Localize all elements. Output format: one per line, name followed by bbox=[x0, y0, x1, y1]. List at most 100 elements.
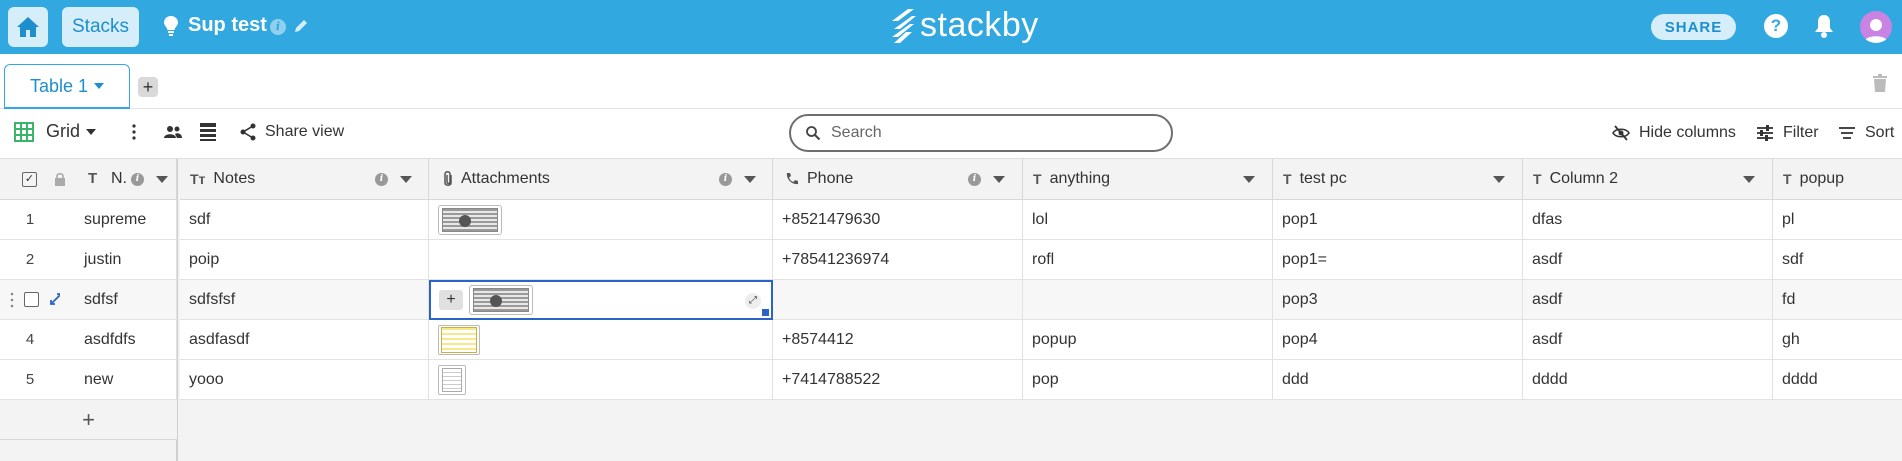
chevron-down-icon[interactable] bbox=[1243, 176, 1255, 183]
info-icon[interactable]: i bbox=[375, 173, 388, 186]
chevron-down-icon[interactable] bbox=[400, 176, 412, 183]
stacks-button[interactable]: Stacks bbox=[62, 7, 140, 47]
trash-icon[interactable] bbox=[1872, 74, 1888, 92]
phone-cell[interactable]: +7414788522 bbox=[773, 360, 1023, 400]
name-cell[interactable]: justin bbox=[60, 240, 177, 280]
chevron-down-icon[interactable] bbox=[156, 176, 168, 183]
hide-columns-button[interactable]: Hide columns bbox=[1612, 124, 1736, 142]
search-input[interactable] bbox=[831, 124, 1131, 142]
row-height-button[interactable] bbox=[199, 122, 217, 142]
attachment-thumbnail[interactable] bbox=[438, 364, 466, 395]
column-header-name[interactable]: N. bbox=[111, 170, 127, 188]
fill-handle[interactable] bbox=[762, 309, 769, 316]
attachment-thumbnail[interactable] bbox=[469, 285, 533, 315]
test-pc-cell[interactable]: ddd bbox=[1273, 360, 1523, 400]
phone-cell[interactable]: +8521479630 bbox=[773, 200, 1023, 240]
attachment-thumbnail[interactable] bbox=[438, 324, 480, 355]
attachments-cell-active[interactable]: + ⤢ bbox=[429, 280, 773, 320]
filter-button[interactable]: Filter bbox=[1756, 124, 1819, 142]
select-all-checkbox[interactable]: ✓ bbox=[22, 172, 37, 187]
info-icon[interactable]: i bbox=[968, 173, 981, 186]
name-cell[interactable]: new bbox=[60, 360, 177, 400]
more-options-button[interactable] bbox=[131, 123, 137, 141]
popup-cell[interactable]: gh bbox=[1773, 320, 1902, 360]
anything-cell[interactable]: rofl bbox=[1023, 240, 1273, 280]
attachment-thumbnail[interactable] bbox=[438, 204, 502, 235]
home-button[interactable] bbox=[8, 7, 48, 47]
hide-columns-label: Hide columns bbox=[1639, 124, 1736, 141]
anything-cell[interactable]: popup bbox=[1023, 320, 1273, 360]
name-cell[interactable]: sdfsf bbox=[60, 280, 177, 320]
anything-cell[interactable] bbox=[1023, 280, 1273, 320]
attachments-cell[interactable] bbox=[429, 200, 773, 240]
anything-cell[interactable]: lol bbox=[1023, 200, 1273, 240]
chevron-down-icon[interactable] bbox=[1493, 176, 1505, 183]
avatar[interactable] bbox=[1860, 11, 1892, 43]
notes-cell[interactable]: sdf bbox=[180, 200, 429, 240]
popup-cell[interactable]: dddd bbox=[1773, 360, 1902, 400]
tab-table-1[interactable]: Table 1 bbox=[4, 64, 130, 109]
search-bar[interactable] bbox=[789, 114, 1173, 152]
column-2-cell[interactable]: asdf bbox=[1523, 280, 1773, 320]
sort-button[interactable]: Sort bbox=[1838, 124, 1894, 142]
add-row-button[interactable]: + bbox=[0, 400, 177, 440]
name-cell[interactable]: asdfdfs bbox=[60, 320, 177, 360]
column-2-cell[interactable]: dfas bbox=[1523, 200, 1773, 240]
notes-cell[interactable]: yooo bbox=[180, 360, 429, 400]
popup-cell[interactable]: sdf bbox=[1773, 240, 1902, 280]
info-icon[interactable]: i bbox=[131, 173, 144, 186]
column-header-anything[interactable]: T anything bbox=[1023, 159, 1273, 200]
attachments-cell[interactable] bbox=[429, 320, 773, 360]
chevron-down-icon[interactable] bbox=[744, 176, 756, 183]
test-pc-cell[interactable]: pop4 bbox=[1273, 320, 1523, 360]
collaborators-button[interactable] bbox=[163, 125, 183, 139]
view-switcher[interactable]: Grid bbox=[14, 121, 97, 142]
lock-icon bbox=[55, 172, 65, 186]
user-icon bbox=[1864, 19, 1888, 43]
column-2-cell[interactable]: asdf bbox=[1523, 320, 1773, 360]
column-header-notes[interactable]: Tт Notes i bbox=[180, 159, 429, 200]
chevron-down-icon[interactable] bbox=[993, 176, 1005, 183]
share-button[interactable]: SHARE bbox=[1651, 14, 1736, 40]
attachments-cell[interactable] bbox=[429, 240, 773, 280]
share-icon bbox=[240, 123, 256, 141]
bell-icon[interactable] bbox=[1813, 13, 1835, 39]
text-icon: T bbox=[1283, 171, 1292, 187]
sort-icon bbox=[1839, 127, 1855, 139]
add-table-button[interactable]: + bbox=[138, 77, 158, 97]
share-view-button[interactable]: Share view bbox=[239, 123, 344, 141]
add-attachment-button[interactable]: + bbox=[439, 290, 463, 310]
column-2-cell[interactable]: dddd bbox=[1523, 360, 1773, 400]
popup-cell[interactable]: pl bbox=[1773, 200, 1902, 240]
test-pc-cell[interactable]: pop3 bbox=[1273, 280, 1523, 320]
eye-off-icon bbox=[1612, 125, 1630, 141]
chevron-down-icon[interactable] bbox=[1743, 176, 1755, 183]
phone-cell[interactable]: +8574412 bbox=[773, 320, 1023, 360]
pencil-icon[interactable] bbox=[293, 18, 309, 34]
column-header-attachments[interactable]: Attachments i bbox=[429, 159, 773, 200]
expand-row-icon[interactable] bbox=[49, 292, 60, 306]
phone-cell[interactable] bbox=[773, 280, 1023, 320]
stack-title[interactable]: Sup test bbox=[188, 14, 267, 37]
anything-cell[interactable]: pop bbox=[1023, 360, 1273, 400]
expand-icon[interactable]: ⤢ bbox=[745, 293, 761, 309]
help-icon[interactable]: ? bbox=[1764, 14, 1788, 38]
name-cell[interactable]: supreme bbox=[60, 200, 177, 240]
column-header-popup[interactable]: T popup bbox=[1773, 159, 1902, 200]
notes-cell[interactable]: sdfsfsf bbox=[180, 280, 429, 320]
column-header-test-pc[interactable]: T test pc bbox=[1273, 159, 1523, 200]
info-icon[interactable]: i bbox=[719, 173, 732, 186]
notes-cell[interactable]: asdfasdf bbox=[180, 320, 429, 360]
info-icon[interactable]: i bbox=[270, 19, 286, 35]
attachments-cell[interactable] bbox=[429, 360, 773, 400]
row-checkbox[interactable] bbox=[24, 292, 39, 307]
column-header-phone[interactable]: Phone i bbox=[773, 159, 1023, 200]
test-pc-cell[interactable]: pop1= bbox=[1273, 240, 1523, 280]
column-header-column-2[interactable]: T Column 2 bbox=[1523, 159, 1773, 200]
test-pc-cell[interactable]: pop1 bbox=[1273, 200, 1523, 240]
phone-cell[interactable]: +78541236974 bbox=[773, 240, 1023, 280]
popup-cell[interactable]: fd bbox=[1773, 280, 1902, 320]
column-2-cell[interactable]: asdf bbox=[1523, 240, 1773, 280]
notes-cell[interactable]: poip bbox=[180, 240, 429, 280]
drag-handle-icon[interactable] bbox=[10, 292, 14, 308]
